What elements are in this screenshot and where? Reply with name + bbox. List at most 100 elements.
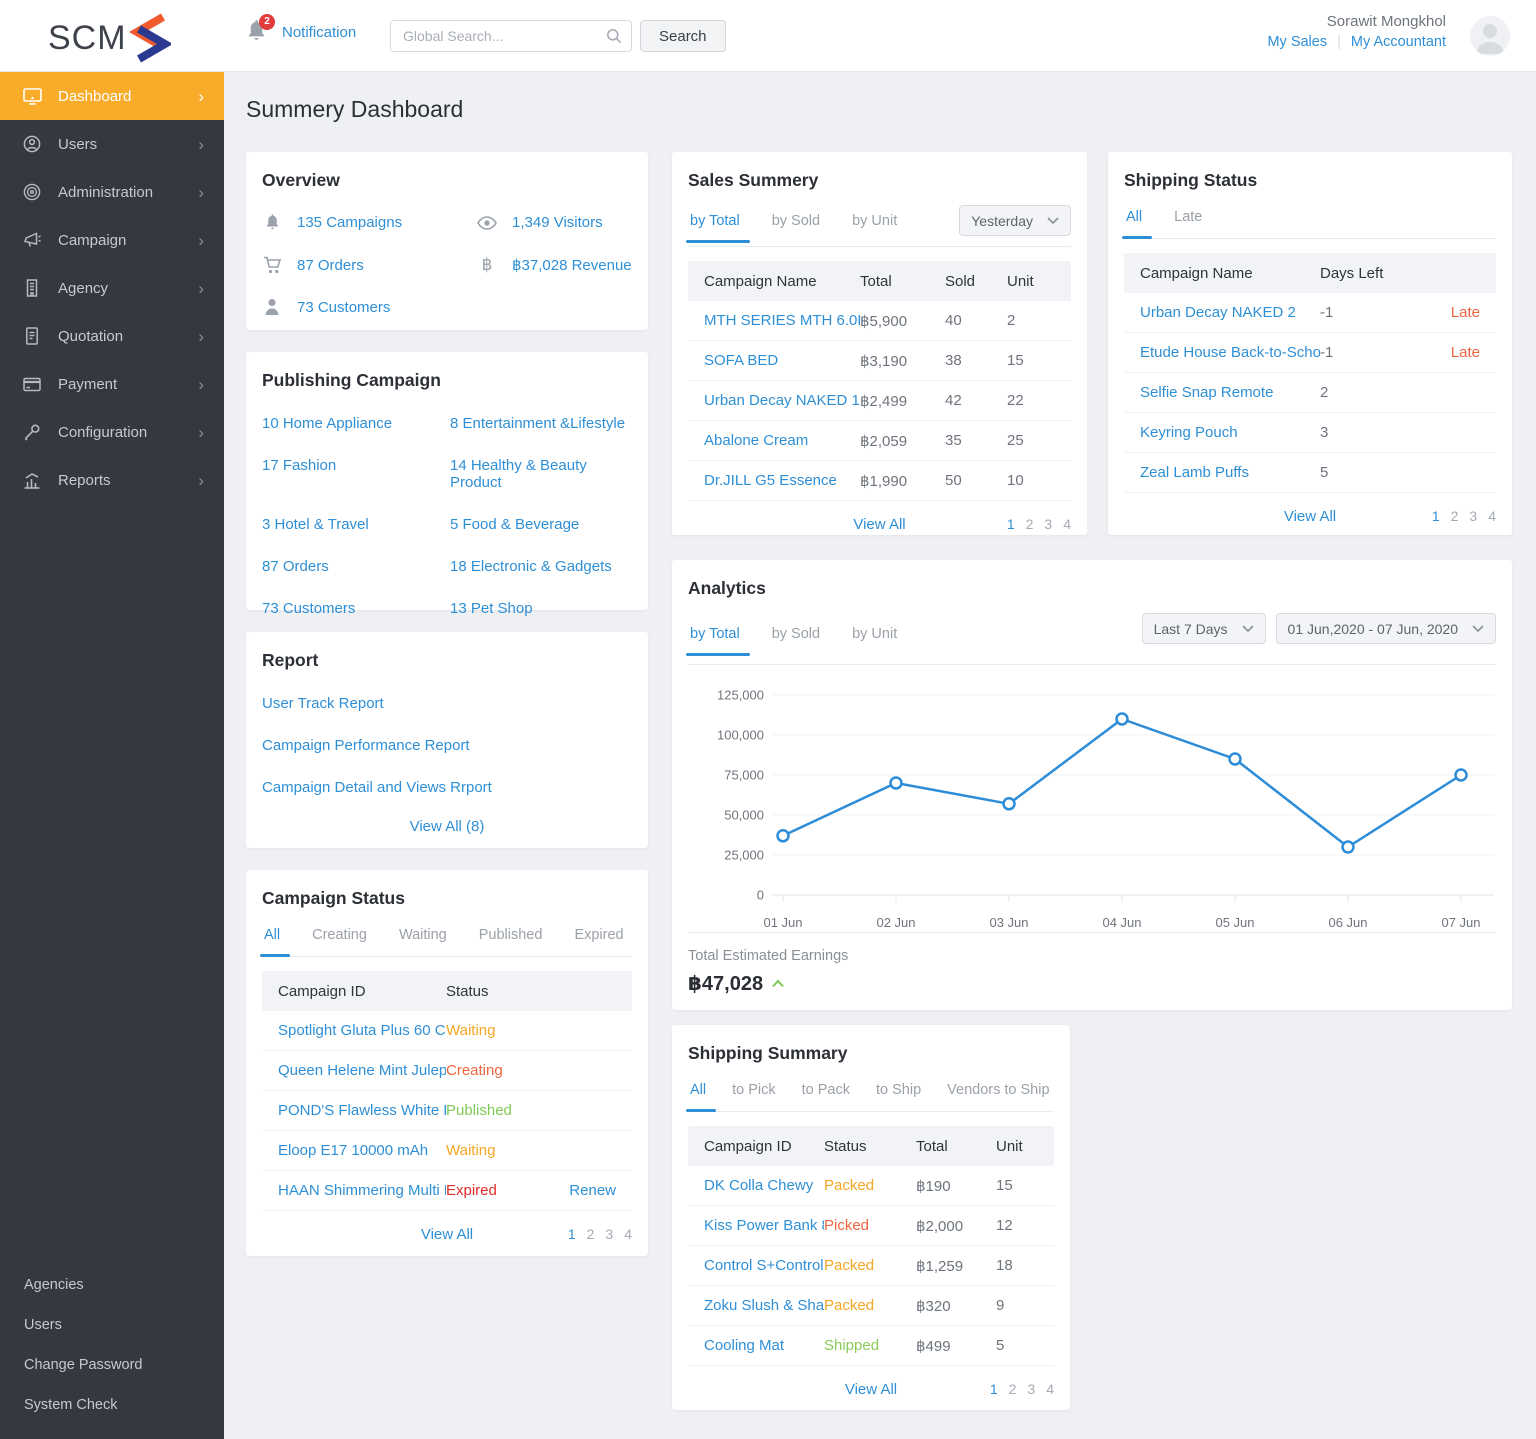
campaign-link[interactable]: Urban Decay NAKED 1 [704,392,860,409]
sidebar-item-payment[interactable]: Payment › [0,360,224,408]
campaign-link[interactable]: Abalone Cream [704,432,808,449]
sidebar-item-agency[interactable]: Agency › [0,264,224,312]
campaign-link[interactable]: Spotlight Gluta Plus 60 Caps [278,1022,446,1039]
tab-by-unit[interactable]: by Unit [850,622,899,655]
page-number[interactable]: 2 [1026,516,1034,532]
tab[interactable]: Published [477,923,545,956]
visitors-link[interactable]: 1,349 Visitors [512,214,603,231]
tab-by-sold[interactable]: by Sold [770,209,822,242]
cart-icon [262,256,282,274]
orders-link[interactable]: 87 Orders [297,257,364,274]
unit-value: 12 [996,1217,1013,1234]
page-number[interactable]: 1 [1432,508,1440,524]
page-number[interactable]: 1 [568,1226,576,1242]
sidebar-item-users[interactable]: Users › [0,120,224,168]
tab-by-unit[interactable]: by Unit [850,209,899,242]
status-badge: Waiting [446,1142,496,1159]
page-number[interactable]: 3 [1044,516,1052,532]
customers-link[interactable]: 73 Customers [297,299,390,316]
tab-by-total[interactable]: by Total [686,209,750,243]
range-select[interactable]: Last 7 Days [1141,613,1266,644]
page-number[interactable]: 2 [1451,508,1459,524]
campaign-link[interactable]: Cooling Mat [704,1337,784,1354]
sidebar-footer-link[interactable]: Users [0,1305,224,1345]
category-link[interactable]: 13 Pet Shop [450,600,632,617]
category-link[interactable]: 73 Customers [262,600,450,617]
tab[interactable]: All [1121,205,1153,239]
logo-mark-icon [128,13,171,63]
tab[interactable]: Late [1172,205,1204,238]
report-link[interactable]: Campaign Detail and Views Rrport [262,779,632,796]
report-link[interactable]: Campaign Performance Report [262,737,632,754]
campaign-link[interactable]: MTH SERIES MTH 6.0L [704,312,860,329]
category-link[interactable]: 10 Home Appliance [262,415,450,432]
campaign-link[interactable]: Keyring Pouch [1140,424,1238,441]
search-input[interactable] [390,20,632,52]
page-number[interactable]: 4 [1046,1381,1054,1397]
campaign-link[interactable]: Urban Decay NAKED 2 [1140,304,1296,321]
sidebar-item-configuration[interactable]: Configuration › [0,408,224,456]
sidebar-item-campaign[interactable]: Campaign › [0,216,224,264]
tab[interactable]: Creating [310,923,369,956]
campaign-link[interactable]: Control S+Control Vser [704,1257,824,1274]
tab[interactable]: to Pick [730,1078,778,1111]
sidebar-footer-link[interactable]: Agencies [0,1265,224,1305]
sidebar-item-reports[interactable]: Reports › [0,456,224,504]
page-number[interactable]: 4 [1488,508,1496,524]
category-link[interactable]: 18 Electronic & Gadgets [450,558,632,575]
category-link[interactable]: 5 Food & Beverage [450,516,632,533]
category-link[interactable]: 17 Fashion [262,457,450,491]
page-number[interactable]: 4 [1063,516,1071,532]
campaign-link[interactable]: Kiss Power Bank 8,800 ... [704,1217,824,1234]
campaign-link[interactable]: Zoku Slush & Shake M ... [704,1297,824,1314]
revenue-link[interactable]: ฿37,028 Revenue [512,256,632,274]
category-link[interactable]: 8 Entertainment &Lifestyle [450,415,632,432]
tab-by-sold[interactable]: by Sold [770,622,822,655]
renew-link[interactable]: Renew [561,1182,616,1199]
tab[interactable]: All [685,1078,717,1112]
my-accountant-link[interactable]: My Accountant [1351,34,1446,50]
page-number[interactable]: 3 [1469,508,1477,524]
period-select[interactable]: Yesterday [959,205,1071,236]
tab[interactable]: All [259,923,291,957]
tab[interactable]: to Pack [800,1078,852,1111]
report-link[interactable]: User Track Report [262,695,632,712]
notification-button[interactable]: 2 Notification [245,14,356,46]
tab[interactable]: to Ship [874,1078,923,1111]
campaign-link[interactable]: POND'S Flawless White BB Cream [278,1102,446,1119]
campaign-link[interactable]: Queen Helene Mint Julep Masque [278,1062,446,1079]
tab[interactable]: Expired [572,923,625,956]
campaign-link[interactable]: HAAN Shimmering Multi Pact [278,1182,446,1199]
page-number[interactable]: 1 [990,1381,998,1397]
campaign-link[interactable]: Zeal Lamb Puffs [1140,464,1249,481]
category-link[interactable]: 87 Orders [262,558,450,575]
page-number[interactable]: 2 [1009,1381,1017,1397]
sidebar-footer-link[interactable]: System Check [0,1385,224,1425]
date-range-select[interactable]: 01 Jun,2020 - 07 Jun, 2020 [1275,613,1496,644]
my-sales-link[interactable]: My Sales [1267,34,1327,50]
category-link[interactable]: 3 Hotel & Travel [262,516,450,533]
category-link[interactable]: 14 Healthy & Beauty Product [450,457,632,491]
search-button[interactable]: Search [640,20,726,52]
campaign-link[interactable]: Etude House Back-to-School Kit [1140,344,1320,361]
campaign-link[interactable]: DK Colla Chewy [704,1177,813,1194]
tab[interactable]: Waiting [397,923,449,956]
sidebar-item-quotation[interactable]: Quotation › [0,312,224,360]
sidebar-item-administration[interactable]: Administration › [0,168,224,216]
page-number[interactable]: 1 [1007,516,1015,532]
sidebar-footer-link[interactable]: Change Password [0,1345,224,1385]
page-number[interactable]: 4 [624,1226,632,1242]
campaign-link[interactable]: SOFA BED [704,352,778,369]
avatar[interactable] [1470,16,1510,56]
campaigns-link[interactable]: 135 Campaigns [297,214,402,231]
page-number[interactable]: 2 [587,1226,595,1242]
tab[interactable]: Vendors to Ship [945,1078,1051,1111]
page-number[interactable]: 3 [1027,1381,1035,1397]
campaign-link[interactable]: Selfie Snap Remote [1140,384,1273,401]
sidebar-item-dashboard[interactable]: Dashboard › [0,72,224,120]
campaign-link[interactable]: Dr.JILL G5 Essence [704,472,837,489]
page-number[interactable]: 3 [605,1226,613,1242]
tab-by-total[interactable]: by Total [686,622,750,656]
report-view-all-link[interactable]: View All (8) [410,818,485,835]
campaign-link[interactable]: Eloop E17 10000 mAh [278,1142,428,1159]
